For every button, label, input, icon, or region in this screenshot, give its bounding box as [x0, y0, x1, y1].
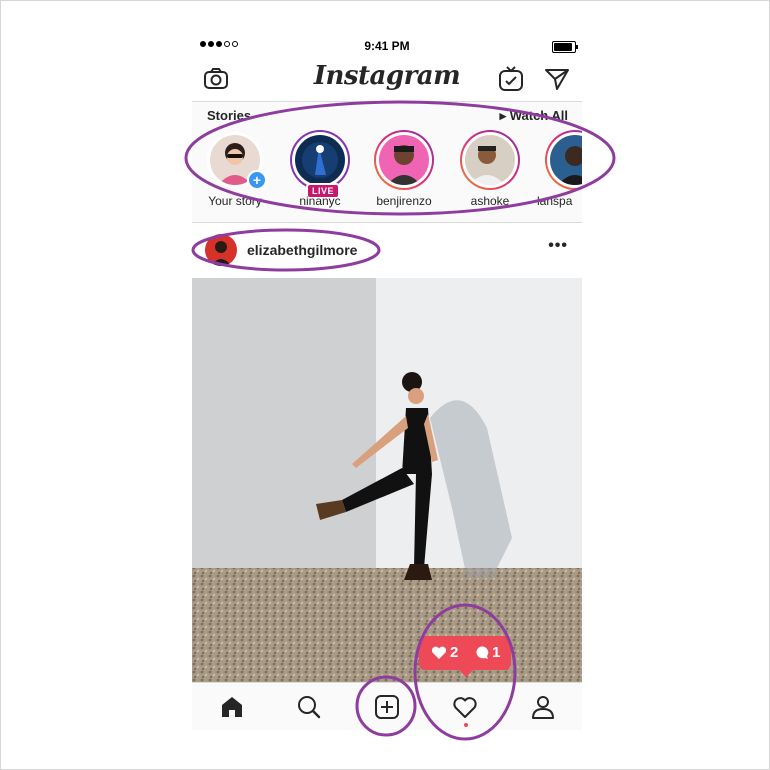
search-icon[interactable] [295, 693, 323, 721]
post-username[interactable]: elizabethgilmore [247, 242, 357, 258]
activity-indicator-dot [464, 723, 468, 727]
profile-icon[interactable] [529, 693, 557, 721]
stories-title: Stories [207, 108, 252, 123]
status-bar: 9:41 PM [192, 35, 582, 57]
igtv-icon[interactable] [497, 65, 525, 93]
app-header: Instagram [192, 57, 582, 102]
story-name: benjirenzo [376, 194, 432, 208]
stories-tray: Stories ▸ Watch All + Your story LIVE ni… [192, 102, 582, 223]
story-name: Your story [208, 194, 262, 208]
comment-icon [476, 645, 489, 659]
activity-notification-bubble[interactable]: 2 1 [419, 636, 511, 677]
likes-count: 2 [450, 644, 459, 661]
status-time: 9:41 PM [364, 39, 410, 53]
avatar [465, 135, 515, 185]
story-name: ninanyc [299, 194, 341, 208]
story-name: lanspa [537, 194, 573, 208]
watch-all-button[interactable]: ▸ Watch All [500, 108, 568, 124]
direct-icon[interactable] [543, 65, 571, 93]
tab-bar [192, 682, 582, 730]
phone-screen: 9:41 PM Instagram Stories ▸ Watch All + … [192, 35, 582, 730]
avatar [379, 135, 429, 185]
add-story-icon[interactable]: + [247, 170, 267, 190]
more-options-icon[interactable]: ••• [548, 237, 568, 255]
post-header: elizabethgilmore ••• [192, 223, 582, 277]
like-heart-icon [431, 646, 447, 659]
story-name: ashoke [470, 194, 510, 208]
activity-heart-icon[interactable] [451, 693, 479, 721]
avatar [550, 135, 582, 185]
avatar[interactable] [205, 234, 237, 266]
home-icon[interactable] [218, 693, 246, 721]
comments-count: 1 [492, 644, 501, 661]
post-photo[interactable] [192, 278, 582, 682]
avatar [295, 135, 345, 185]
new-post-icon[interactable] [373, 693, 401, 721]
battery-icon [552, 41, 578, 53]
